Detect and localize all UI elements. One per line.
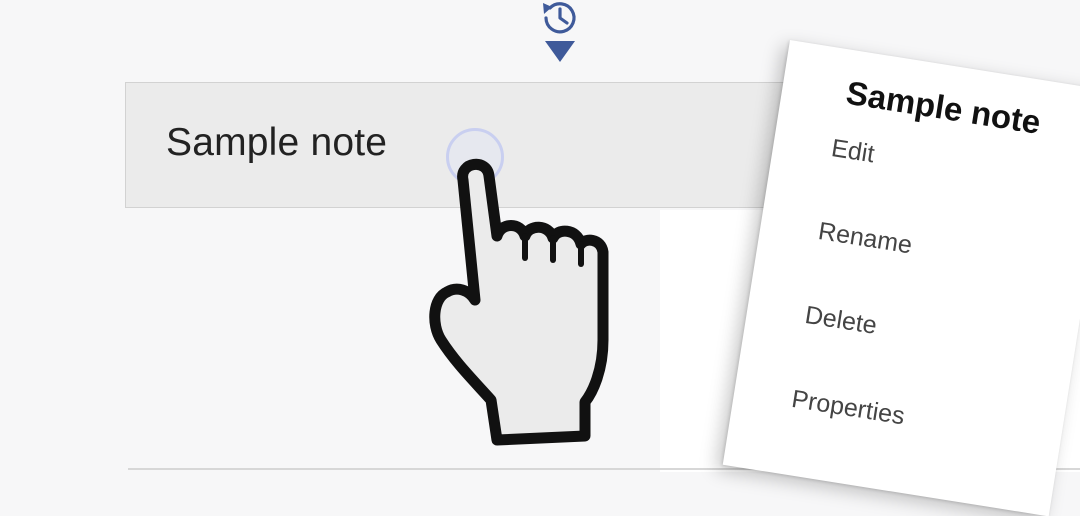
triangle-down-icon bbox=[545, 41, 575, 62]
menu-item-rename[interactable]: Rename bbox=[816, 217, 914, 260]
history-icon bbox=[543, 2, 576, 62]
note-title: Sample note bbox=[166, 121, 388, 164]
context-menu-title: Sample note bbox=[843, 73, 1044, 141]
menu-item-properties[interactable]: Properties bbox=[790, 385, 907, 431]
pointing-hand-icon bbox=[425, 140, 625, 450]
history-dropdown-button[interactable] bbox=[538, 0, 582, 66]
menu-item-edit[interactable]: Edit bbox=[829, 134, 876, 169]
menu-item-delete[interactable]: Delete bbox=[803, 301, 879, 341]
